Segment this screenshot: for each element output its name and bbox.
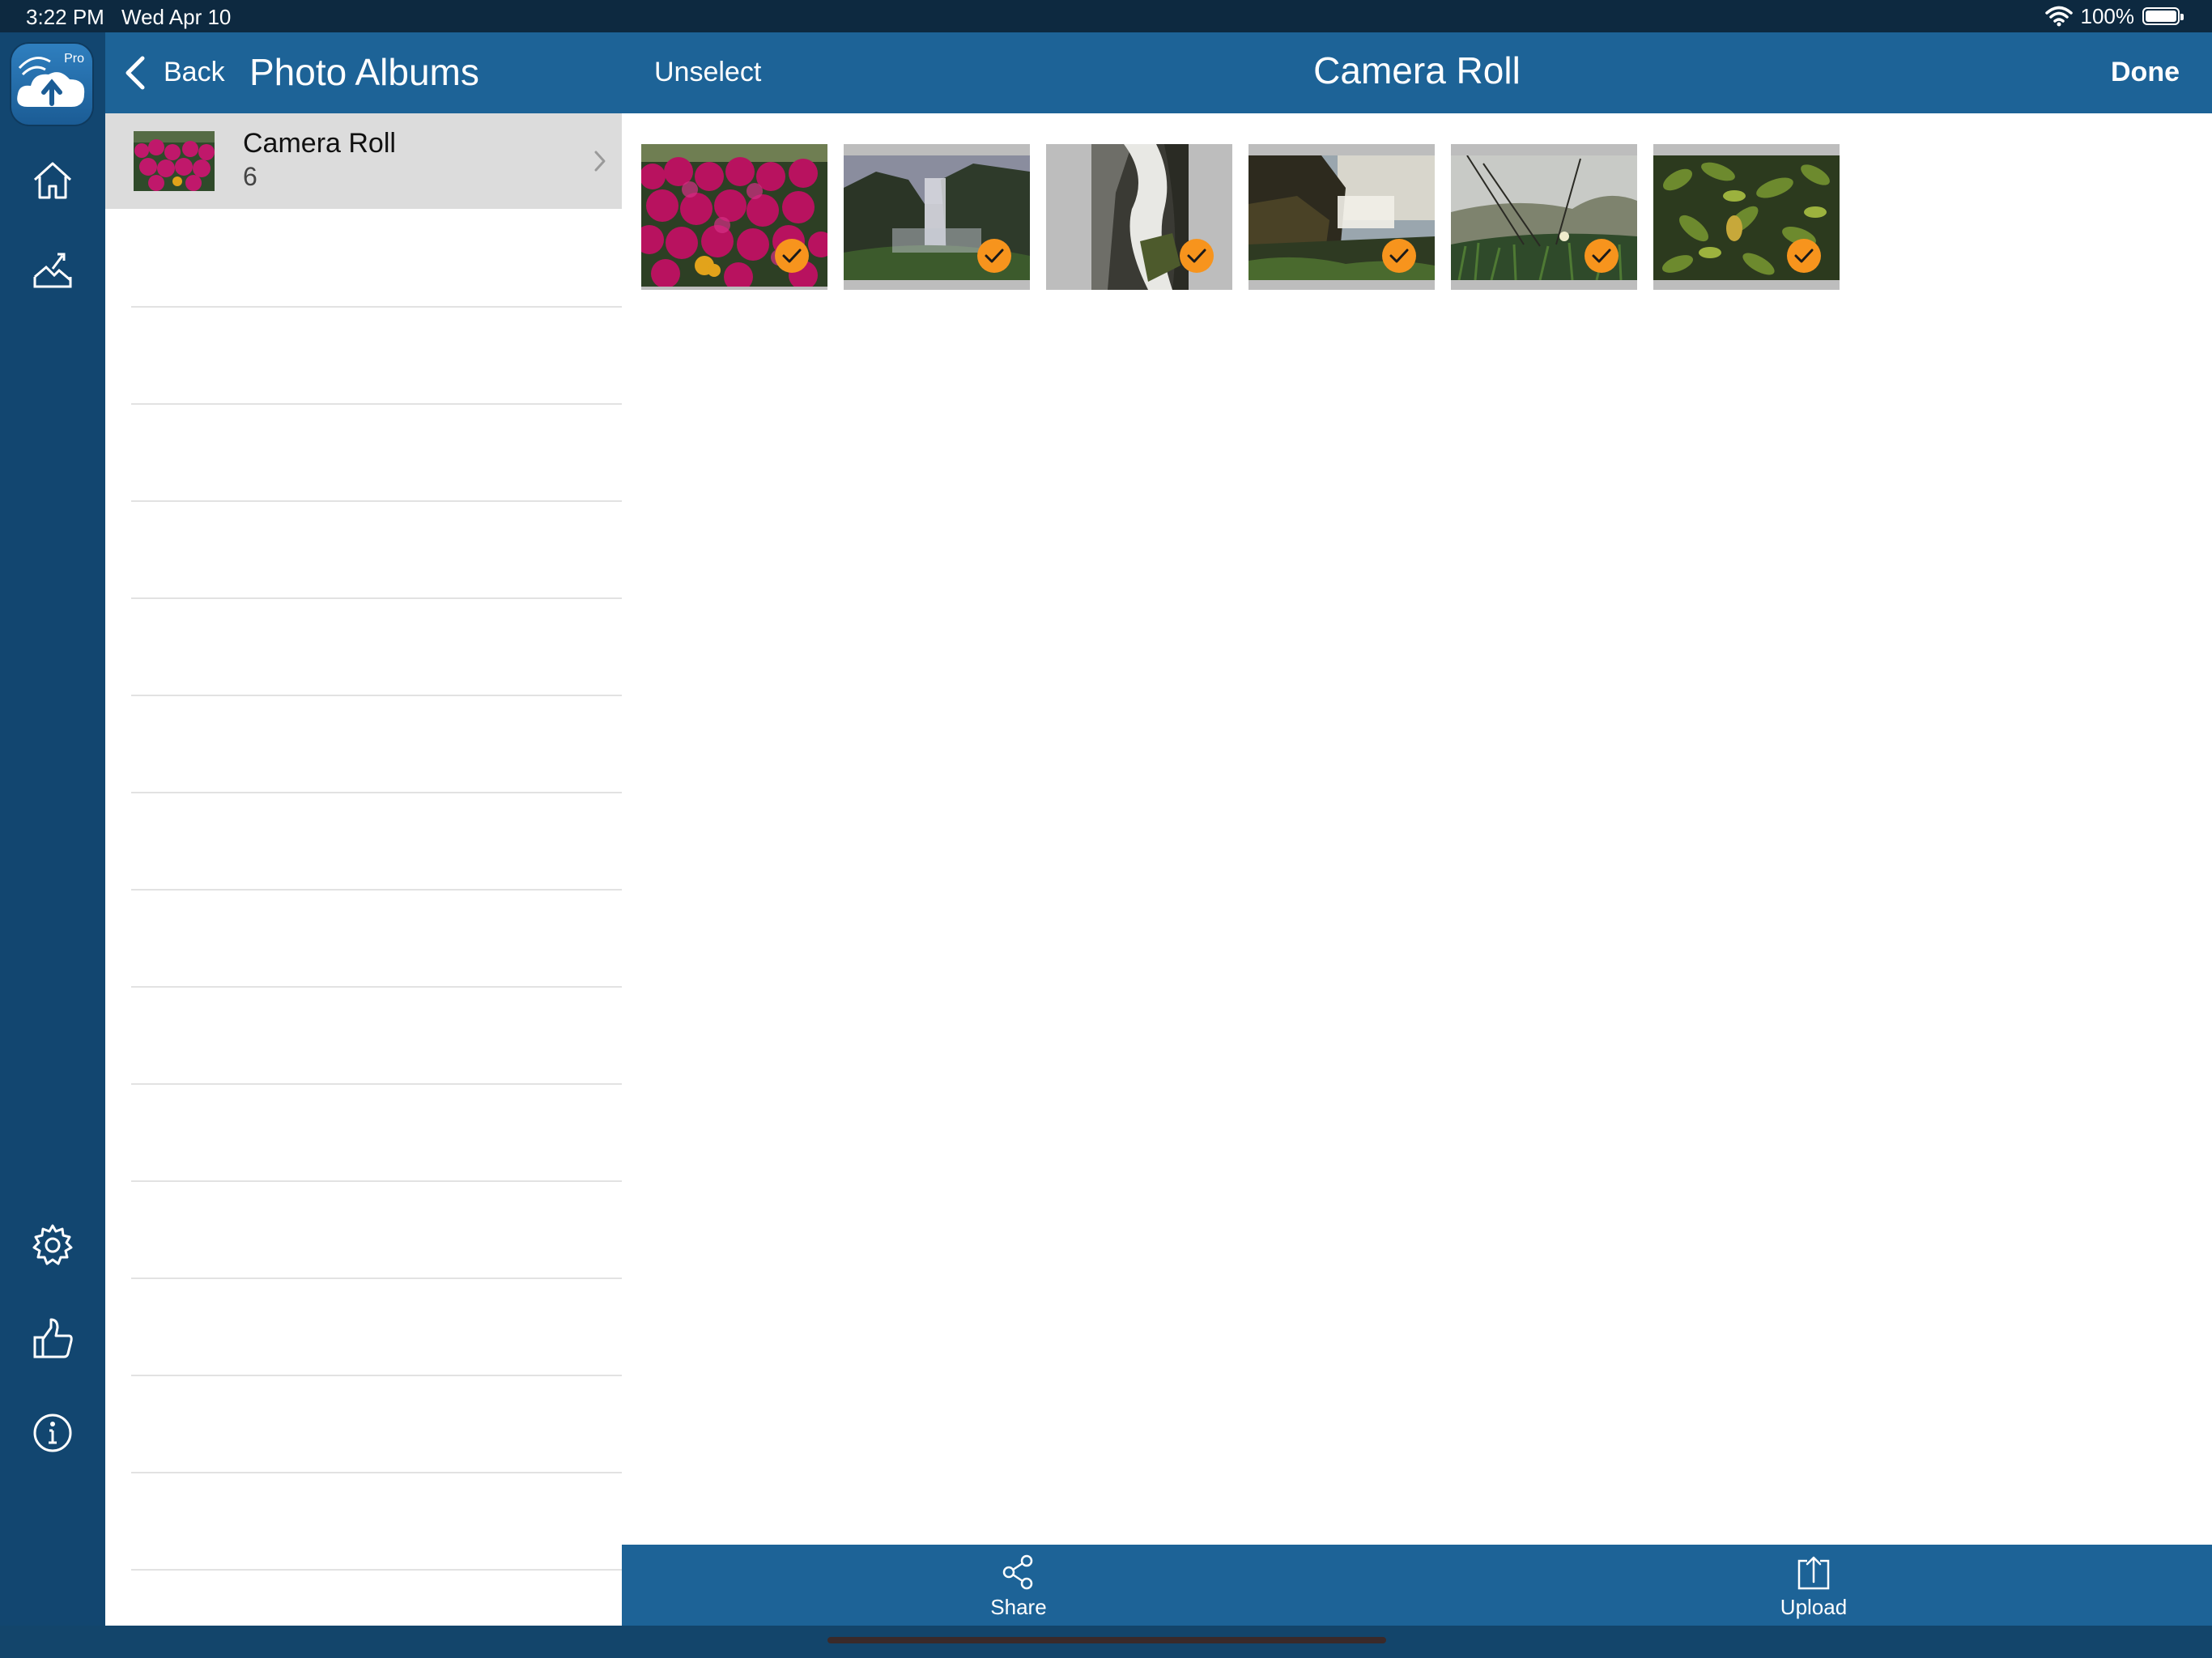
list-separator (131, 986, 622, 988)
chevron-right-icon (594, 151, 606, 172)
app-logo[interactable]: Pro (11, 44, 92, 125)
list-separator (131, 306, 622, 308)
battery-percent: 100% (2080, 3, 2135, 28)
upload-label: Upload (1780, 1595, 1848, 1619)
pro-badge: Pro (64, 52, 84, 66)
list-separator (131, 1375, 622, 1376)
wifi-icon (2044, 6, 2073, 27)
chevron-left-icon[interactable] (123, 55, 147, 91)
album-thumbnail (134, 131, 215, 191)
list-separator (131, 695, 622, 696)
check-icon (977, 239, 1011, 273)
list-separator (131, 1569, 622, 1571)
list-separator (131, 1180, 622, 1182)
sidebar-header: Back Photo Albums (105, 32, 622, 113)
bottom-toolbar: Share Upload (622, 1545, 2212, 1626)
sidebar-title: Photo Albums (249, 51, 479, 93)
list-separator (131, 500, 622, 502)
check-icon (1180, 239, 1214, 273)
photo-upload-icon[interactable] (28, 244, 77, 293)
status-bar: 3:22 PM Wed Apr 10 100% (0, 0, 2212, 32)
share-button[interactable]: Share (938, 1554, 1100, 1622)
list-separator (131, 889, 622, 891)
page-title: Camera Roll (1313, 49, 1521, 91)
album-list: Camera Roll 6 (105, 113, 622, 1626)
list-separator (131, 1083, 622, 1085)
check-icon (1382, 239, 1416, 273)
photo-grid (622, 113, 2212, 1545)
photo-thumbnail[interactable] (1451, 144, 1637, 290)
back-button[interactable]: Back (164, 57, 225, 88)
photo-thumbnail[interactable] (1046, 144, 1232, 290)
album-count: 6 (243, 162, 257, 191)
upload-icon (1797, 1556, 1830, 1590)
info-icon[interactable] (28, 1409, 77, 1457)
battery-fill (2146, 11, 2176, 22)
list-separator (131, 1472, 622, 1473)
photo-thumbnail[interactable] (1653, 144, 1840, 290)
check-icon (775, 239, 809, 273)
photo-thumbnail[interactable] (641, 144, 827, 290)
photo-thumbnail[interactable] (844, 144, 1030, 290)
main-header: Unselect Camera Roll Done (622, 32, 2212, 113)
battery-icon (2142, 7, 2184, 25)
photo-image (1091, 144, 1189, 290)
status-time: 3:22 PM (26, 5, 104, 29)
gear-icon[interactable] (28, 1221, 77, 1269)
share-icon (1002, 1554, 1033, 1590)
list-separator (131, 403, 622, 405)
share-label: Share (990, 1595, 1047, 1619)
check-icon (1585, 239, 1619, 273)
album-row-camera-roll[interactable]: Camera Roll 6 (105, 113, 622, 209)
list-separator (131, 792, 622, 793)
app-rail: Pro (0, 32, 105, 1626)
home-indicator[interactable] (827, 1637, 1386, 1643)
thumbs-up-icon[interactable] (28, 1315, 77, 1363)
photo-thumbnail[interactable] (1249, 144, 1435, 290)
check-icon (1787, 239, 1821, 273)
home-icon[interactable] (28, 155, 77, 204)
status-date: Wed Apr 10 (121, 5, 232, 29)
status-right: 100% (2044, 3, 2184, 29)
album-name: Camera Roll (243, 128, 396, 159)
list-separator (131, 1278, 622, 1279)
upload-button[interactable]: Upload (1733, 1554, 1895, 1622)
done-button[interactable]: Done (2111, 57, 2180, 88)
list-separator (131, 597, 622, 599)
